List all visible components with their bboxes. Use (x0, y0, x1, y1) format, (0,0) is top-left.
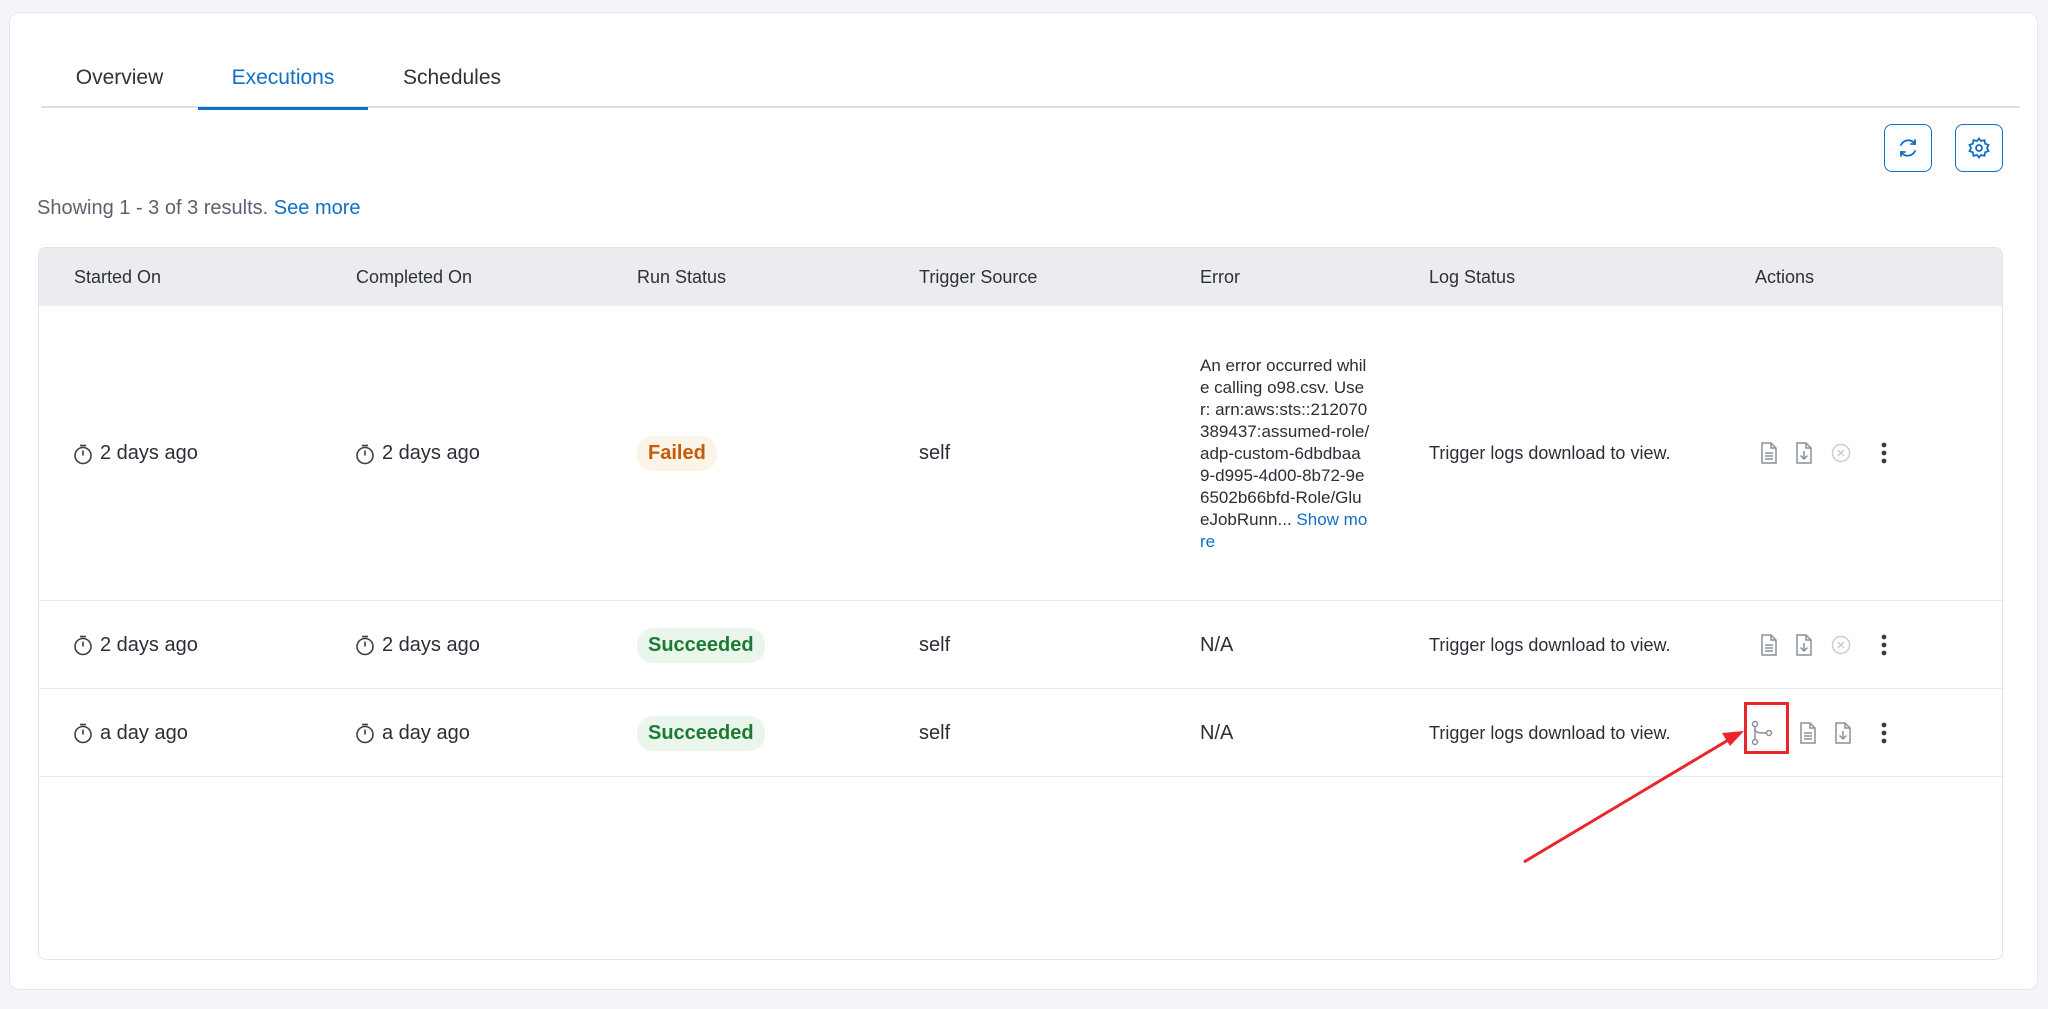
download-icon (1835, 722, 1851, 744)
refresh-button[interactable] (1884, 124, 1932, 172)
more-actions-button[interactable] (1871, 440, 1897, 466)
file-icon (1800, 722, 1816, 744)
cancel-icon (1831, 635, 1851, 655)
trigger-source-cell: self (919, 442, 951, 464)
completed-on-cell: a day ago (354, 689, 470, 777)
annotation-highlight-box (1744, 702, 1789, 754)
file-icon (1761, 634, 1777, 656)
trigger-source-cell: self (919, 633, 951, 656)
results-summary: Showing 1 - 3 of 3 results. See more (37, 197, 361, 220)
clock-icon (354, 443, 376, 465)
see-more-link[interactable]: See more (274, 197, 361, 219)
cancel-run-button[interactable] (1828, 632, 1854, 658)
cancel-run-button[interactable] (1828, 440, 1854, 466)
header-log-status: Log Status (1429, 267, 1516, 287)
completed-on-cell: 2 days ago (354, 601, 480, 689)
run-status-cell: Failed (637, 306, 717, 601)
settings-icon (1968, 137, 1990, 159)
header-trigger-source: Trigger Source (919, 267, 1038, 287)
clock-icon (72, 722, 94, 744)
run-status-cell: Succeeded (637, 689, 765, 777)
header-completed-on: Completed On (356, 267, 473, 287)
header-started-on: Started On (74, 267, 162, 287)
error-cell: N/A (1200, 721, 1234, 744)
error-cell: An error occurred while calling o98.csv.… (1200, 306, 1370, 601)
log-status-cell: Trigger logs download to view. (1429, 634, 1671, 655)
results-count: Showing 1 - 3 of 3 results. (37, 197, 269, 219)
completed-on-cell: 2 days ago (354, 306, 480, 601)
tab-bar: Overview Executions Schedules (41, 43, 2020, 110)
table-row: a day ago a day ago Succeeded self N/A T… (39, 689, 2002, 777)
clock-icon (72, 443, 94, 465)
download-logs-button[interactable] (1791, 632, 1817, 658)
download-logs-button[interactable] (1830, 720, 1856, 746)
status-badge: Succeeded (637, 627, 765, 663)
settings-button[interactable] (1955, 124, 2003, 172)
header-actions: Actions (1755, 267, 1815, 287)
table-header: Started On Completed On Run Status Trigg… (39, 248, 2002, 306)
table-row: 2 days ago 2 days ago Failed self An err… (39, 306, 2002, 601)
trigger-source-cell: self (919, 721, 951, 744)
more-vertical-icon (1881, 722, 1887, 744)
started-on-cell: 2 days ago (72, 306, 198, 601)
view-logs-button[interactable] (1756, 440, 1782, 466)
file-icon (1761, 442, 1777, 464)
clock-icon (354, 634, 376, 656)
download-icon (1796, 442, 1812, 464)
clock-icon (354, 722, 376, 744)
executions-table: Started On Completed On Run Status Trigg… (38, 247, 2003, 960)
more-vertical-icon (1881, 634, 1887, 656)
started-on-cell: 2 days ago (72, 601, 198, 689)
view-logs-button[interactable] (1795, 720, 1821, 746)
status-badge: Succeeded (637, 715, 765, 751)
more-actions-button[interactable] (1871, 632, 1897, 658)
status-badge: Failed (637, 436, 717, 471)
error-message: An error occurred while calling o98.csv.… (1200, 355, 1370, 551)
download-logs-button[interactable] (1791, 440, 1817, 466)
header-error: Error (1200, 267, 1240, 287)
log-status-cell: Trigger logs download to view. (1429, 722, 1671, 743)
tab-schedules[interactable]: Schedules (368, 43, 536, 108)
more-actions-button[interactable] (1871, 720, 1897, 746)
tab-overview[interactable]: Overview (41, 43, 198, 108)
run-status-cell: Succeeded (637, 601, 765, 689)
header-run-status: Run Status (637, 267, 727, 287)
log-status-cell: Trigger logs download to view. (1429, 443, 1671, 463)
cancel-icon (1831, 443, 1851, 463)
refresh-icon (1900, 139, 1916, 157)
download-icon (1796, 634, 1812, 656)
view-logs-button[interactable] (1756, 632, 1782, 658)
error-cell: N/A (1200, 633, 1234, 656)
table-row: 2 days ago 2 days ago Succeeded self N/A… (39, 601, 2002, 689)
more-vertical-icon (1881, 442, 1887, 464)
tab-executions[interactable]: Executions (198, 43, 368, 110)
clock-icon (72, 634, 94, 656)
started-on-cell: a day ago (72, 689, 188, 777)
